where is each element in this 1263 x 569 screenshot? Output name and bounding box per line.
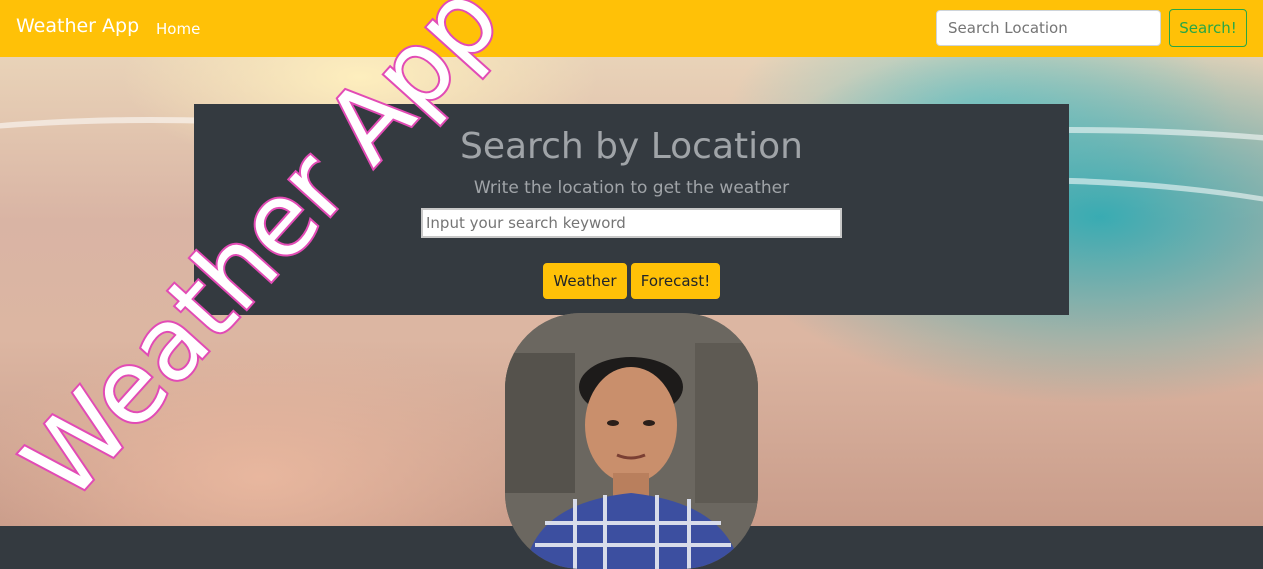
person-photo-icon: [505, 313, 758, 569]
location-search-input[interactable]: [936, 10, 1161, 46]
search-panel: Search by Location Write the location to…: [194, 104, 1069, 315]
keyword-input[interactable]: [421, 208, 842, 238]
brand-link[interactable]: Weather App: [16, 15, 139, 37]
profile-photo: [505, 313, 758, 569]
panel-subtitle: Write the location to get the weather: [473, 178, 790, 198]
nav-home-link[interactable]: Home: [156, 20, 200, 38]
panel-title: Search by Location: [460, 126, 803, 167]
forecast-button[interactable]: Forecast!: [631, 263, 720, 299]
navbar: Weather App Home Search!: [0, 0, 1263, 57]
weather-button[interactable]: Weather: [543, 263, 627, 299]
search-button[interactable]: Search!: [1169, 9, 1247, 47]
